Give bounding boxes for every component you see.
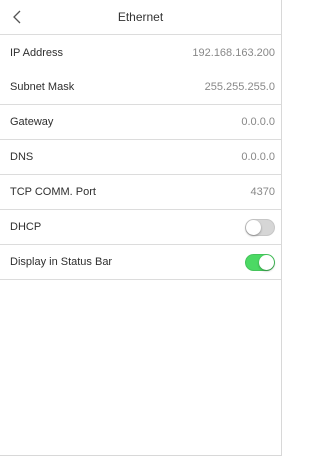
setting-label: TCP COMM. Port [10,186,96,198]
header-bar: Ethernet [0,0,281,35]
ethernet-settings-screen: Ethernet IP Address 192.168.163.200 Subn… [0,0,282,456]
toggle-knob [246,219,261,235]
setting-row-tcp-port[interactable]: TCP COMM. Port 4370 [0,175,281,210]
dhcp-toggle[interactable] [245,218,275,236]
setting-label: Display in Status Bar [10,256,113,268]
setting-row-display-in-status-bar: Display in Status Bar [0,245,281,280]
setting-value: 0.0.0.0 [241,151,275,163]
setting-value: 4370 [250,186,275,198]
setting-label: DHCP [10,221,42,233]
setting-row-ip-address[interactable]: IP Address 192.168.163.200 [0,35,281,70]
setting-value: 192.168.163.200 [192,46,275,59]
toggle-knob [259,254,274,270]
setting-value: 0.0.0.0 [241,116,275,128]
setting-label: Gateway [10,116,54,128]
setting-label: DNS [10,151,34,163]
setting-value: 255.255.255.0 [204,81,275,93]
setting-label: IP Address [10,46,63,59]
setting-row-dhcp: DHCP [0,210,281,245]
setting-row-gateway[interactable]: Gateway 0.0.0.0 [0,105,281,140]
display-in-status-bar-toggle[interactable] [245,253,275,271]
setting-label: Subnet Mask [10,81,75,93]
setting-row-subnet-mask[interactable]: Subnet Mask 255.255.255.0 [0,70,281,105]
setting-row-dns[interactable]: DNS 0.0.0.0 [0,140,281,175]
page-title: Ethernet [117,10,164,24]
